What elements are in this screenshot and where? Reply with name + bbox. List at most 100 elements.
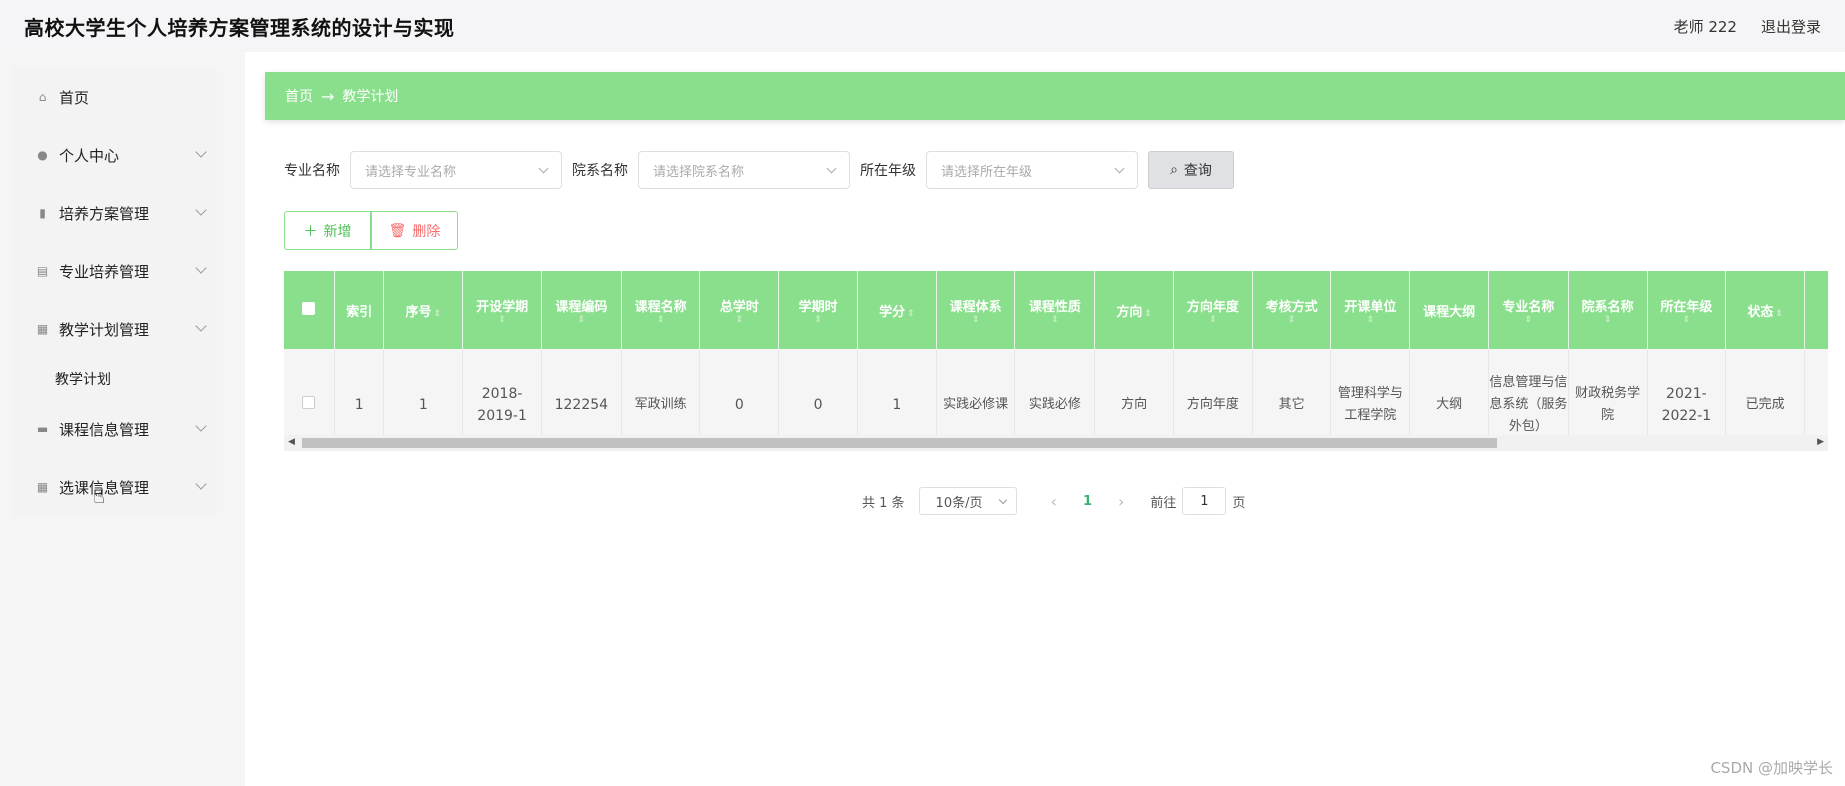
header-index: 索引 [334, 271, 385, 349]
header-syllabus: 课程大纲 [1409, 271, 1489, 349]
header-credits[interactable]: 学分 ⇕ [857, 271, 937, 349]
header-grade[interactable]: 所在年级 ⇕ [1647, 271, 1727, 349]
header-course-name[interactable]: 课程名称 ⇕ [621, 271, 701, 349]
user-icon: ● [37, 148, 48, 162]
cell-course-name: 军政训练 [621, 349, 701, 435]
action-bar: ＋ 新增 🗑 删除 [284, 211, 458, 250]
chart-icon: ▮ [39, 206, 46, 220]
data-table: 索引 序号 ⇕ 开设学期 ⇕ 课程编码 ⇕ 课程名称 ⇕ 总学时 ⇕ 学期时 ⇕ 学分 ⇕ 课… [284, 271, 1828, 435]
sidebar-item-major-training[interactable]: ▤ 专业培养管理 [12, 242, 217, 300]
header-status[interactable]: 状态 ⇕ [1725, 271, 1805, 349]
header-offering-unit[interactable]: 开课单位 ⇕ [1330, 271, 1411, 349]
logout-link[interactable]: 退出登录 [1761, 16, 1821, 37]
header-course-code[interactable]: 课程编码 ⇕ [541, 271, 622, 349]
query-label: 查询 [1183, 163, 1212, 179]
delete-label: 删除 [412, 223, 441, 240]
sort-icon: ⇕ [656, 314, 665, 325]
header-course-system[interactable]: 课程体系 ⇕ [936, 271, 1016, 349]
header-semester[interactable]: 开设学期 ⇕ [462, 271, 542, 349]
header-term-hours[interactable]: 学期时 ⇕ [778, 271, 858, 349]
cell-term-hours: 0 [778, 349, 858, 435]
row-select-cell[interactable] [284, 349, 335, 435]
sidebar-item-course-selection[interactable]: ▦ 选课信息管理 [12, 458, 217, 516]
clipboard-icon: ▤ [36, 264, 49, 278]
cell-offering-unit: 管理科学与工程学院 [1330, 349, 1411, 435]
major-label: 专业名称 [284, 163, 340, 179]
query-button[interactable]: ⌕ 查询 [1148, 151, 1234, 189]
breadcrumb-home[interactable]: 首页 [285, 86, 313, 106]
scroll-right-icon[interactable]: ▶ [1817, 437, 1824, 447]
header-right: 老师 222 退出登录 [1674, 16, 1821, 37]
sidebar-item-label: 教学计划管理 [59, 320, 150, 339]
sort-icon: ⇕ [971, 314, 980, 325]
cell-syllabus: 大纲 [1409, 349, 1489, 435]
dept-label: 院系名称 [572, 163, 628, 179]
goto-page-input[interactable]: 1 [1182, 487, 1227, 515]
scroll-left-icon[interactable]: ◀ [288, 437, 295, 447]
breadcrumb: 首页 → 教学计划 [265, 72, 1845, 120]
scroll-thumb[interactable] [302, 438, 1497, 448]
header-teacher[interactable]: 老师 [1804, 271, 1828, 349]
sidebar-item-course-info[interactable]: ▬ 课程信息管理 [12, 400, 217, 458]
header-course-nature[interactable]: 课程性质 ⇕ [1014, 271, 1096, 349]
cell-credits: 1 [857, 349, 937, 435]
delete-button[interactable]: 🗑 删除 [371, 211, 458, 250]
sort-icon: ⇕ [1209, 314, 1217, 325]
header-total-hours[interactable]: 总学时 ⇕ [699, 271, 780, 349]
page-unit-label: 页 [1232, 495, 1246, 511]
major-select[interactable]: 请选择专业名称 [350, 151, 562, 189]
dept-select[interactable]: 请选择院系名称 [638, 151, 850, 189]
sort-icon: ⇕ [1775, 308, 1783, 319]
sort-icon: ⇕ [735, 314, 744, 325]
sort-icon: ⇕ [907, 308, 915, 319]
main-content: 首页 → 教学计划 专业名称 请选择专业名称 院系名称 请选择院系名称 所在年级… [245, 52, 1845, 786]
select-all-checkbox[interactable] [302, 301, 316, 315]
chevron-down-icon [998, 495, 1007, 505]
plus-icon: ＋ [303, 223, 318, 240]
header-major-name[interactable]: 专业名称 ⇕ [1488, 271, 1569, 349]
prev-page-icon[interactable]: ‹ [1051, 492, 1057, 511]
app-header: 高校大学生个人培养方案管理系统的设计与实现 老师 222 退出登录 [0, 0, 1845, 52]
sidebar-item-teaching-plan-mgmt[interactable]: ▦ 教学计划管理 [12, 300, 217, 358]
row-checkbox[interactable] [302, 396, 316, 409]
cell-course-code: 122254 [541, 349, 622, 435]
sidebar-subitem-teaching-plan[interactable]: 教学计划 [12, 358, 217, 400]
grade-label: 所在年级 [860, 163, 916, 179]
chevron-down-icon [195, 146, 207, 158]
sort-icon: ⇕ [498, 314, 506, 325]
cell-exam-type: 其它 [1252, 349, 1332, 435]
chevron-down-icon [195, 420, 207, 432]
table-horizontal-scrollbar[interactable]: ◀ ▶ [284, 435, 1828, 451]
page-size-value: 10条/页 [935, 495, 983, 511]
table-header-row: 索引 序号 ⇕ 开设学期 ⇕ 课程编码 ⇕ 课程名称 ⇕ 总学时 ⇕ 学期时 ⇕ 学分 ⇕ 课… [284, 271, 1828, 349]
page-size-select[interactable]: 10条/页 [918, 487, 1017, 515]
next-page-icon[interactable]: › [1118, 492, 1124, 511]
sidebar-item-personal-center[interactable]: ● 个人中心 [12, 126, 217, 184]
grid-icon: ▦ [36, 322, 49, 336]
cell-course-system: 实践必修课 [936, 349, 1016, 435]
sort-icon: ⇕ [433, 308, 442, 319]
chevron-down-icon [195, 262, 207, 274]
sort-icon: ⇕ [1524, 314, 1533, 325]
header-direction[interactable]: 方向 ⇕ [1094, 271, 1174, 349]
grade-select[interactable]: 请选择所在年级 [926, 151, 1138, 189]
table-row[interactable]: 1 1 2018-2019-1 122254 军政训练 0 0 1 实践必修课 … [284, 349, 1828, 435]
hand-cursor-icon: ☝ [93, 484, 106, 508]
cell-teacher: 222 [1804, 349, 1828, 435]
header-direction-year[interactable]: 方向年度 ⇕ [1173, 271, 1253, 349]
chevron-down-icon [826, 163, 837, 174]
goto-label: 前往 [1150, 495, 1177, 511]
watermark: CSDN @加映学长 [1710, 759, 1833, 777]
add-button[interactable]: ＋ 新增 [284, 211, 371, 250]
sort-icon: ⇕ [577, 314, 586, 325]
header-dept-name[interactable]: 院系名称 ⇕ [1568, 271, 1648, 349]
sidebar-item-home[interactable]: ⌂ 首页 [12, 68, 217, 126]
select-all-cell[interactable] [284, 271, 335, 349]
sidebar-item-training-plan[interactable]: ▮ 培养方案管理 [12, 184, 217, 242]
grid-icon: ▦ [36, 480, 49, 494]
chevron-down-icon [1114, 163, 1125, 174]
page-number[interactable]: 1 [1083, 494, 1092, 509]
sort-icon: ⇕ [1366, 314, 1375, 325]
header-exam-type[interactable]: 考核方式 ⇕ [1252, 271, 1332, 349]
header-seq[interactable]: 序号 ⇕ [383, 271, 464, 349]
